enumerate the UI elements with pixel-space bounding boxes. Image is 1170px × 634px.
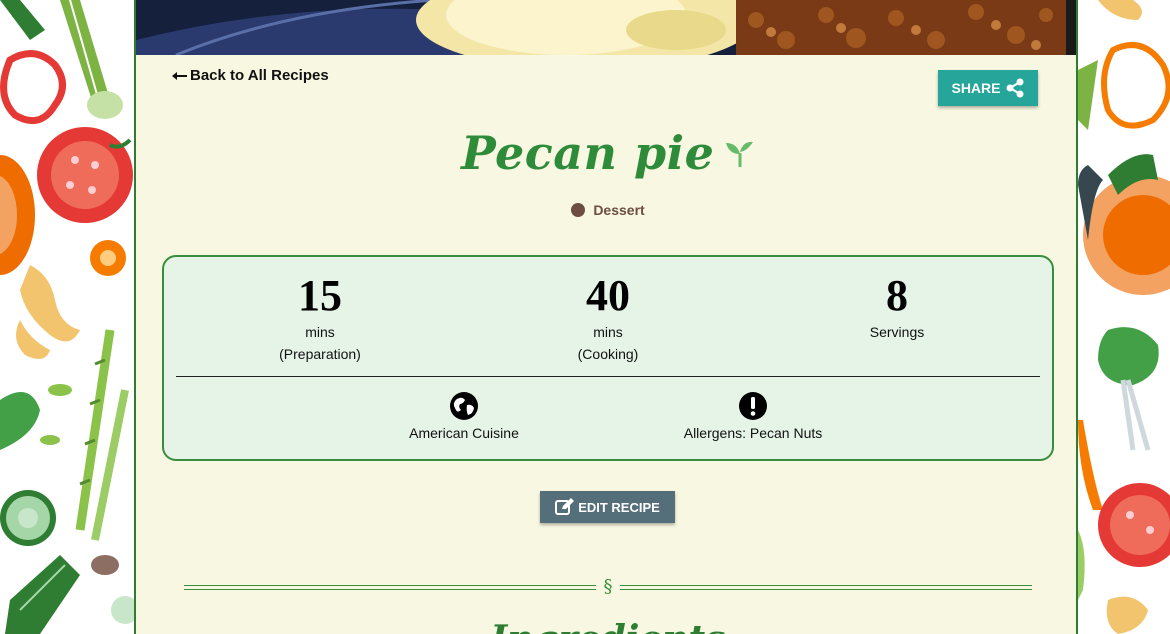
recipe-card: Back to All Recipes SHARE Pecan pie Dess… (134, 0, 1078, 634)
section-symbol: § (603, 576, 613, 597)
category-label: Dessert (593, 202, 645, 218)
prep-time-stat: 15 mins (Preparation) (220, 271, 420, 365)
recipe-category: Dessert (136, 202, 1076, 218)
ingredients-heading: Ingredients (136, 618, 1076, 634)
edit-recipe-label: EDIT RECIPE (578, 499, 660, 515)
back-to-recipes-link[interactable]: Back to All Recipes (172, 67, 329, 84)
prep-time-detail: (Preparation) (279, 346, 361, 362)
exclamation-circle-icon (739, 392, 767, 420)
edit-recipe-button[interactable]: EDIT RECIPE (540, 491, 675, 523)
servings-stat: 8 Servings (797, 271, 997, 343)
section-divider: § (184, 576, 1032, 598)
sprout-icon (725, 141, 753, 167)
recipe-info-box: 15 mins (Preparation) 40 mins (Cooking) … (162, 255, 1054, 461)
back-link-label: Back to All Recipes (190, 67, 329, 84)
cook-time-stat: 40 mins (Cooking) (508, 271, 708, 365)
cook-time-detail: (Cooking) (577, 346, 639, 362)
recipe-hero-image (136, 0, 1076, 55)
prep-time-value: 15 (298, 271, 342, 320)
edit-icon (555, 498, 575, 515)
prep-time-unit: mins (305, 324, 335, 340)
cook-time-value: 40 (586, 271, 630, 320)
allergens-label: Allergens: Pecan Nuts (683, 425, 823, 441)
recipe-title: Pecan pie (461, 126, 715, 180)
share-icon (1006, 78, 1023, 98)
category-dot-icon (571, 203, 586, 217)
info-divider (176, 376, 1040, 377)
vegetable-background-right (1078, 0, 1170, 634)
servings-value: 8 (886, 271, 908, 320)
cook-time-unit: mins (593, 324, 623, 340)
allergens-meta: Allergens: Pecan Nuts (633, 391, 873, 441)
cuisine-meta: American Cuisine (344, 391, 584, 441)
share-button[interactable]: SHARE (938, 70, 1038, 106)
arrow-left-icon (172, 71, 187, 80)
servings-unit: Servings (869, 324, 925, 340)
cuisine-label: American Cuisine (409, 425, 519, 441)
share-label: SHARE (951, 80, 1001, 96)
vegetable-background-left (0, 0, 135, 634)
globe-icon (450, 392, 478, 420)
